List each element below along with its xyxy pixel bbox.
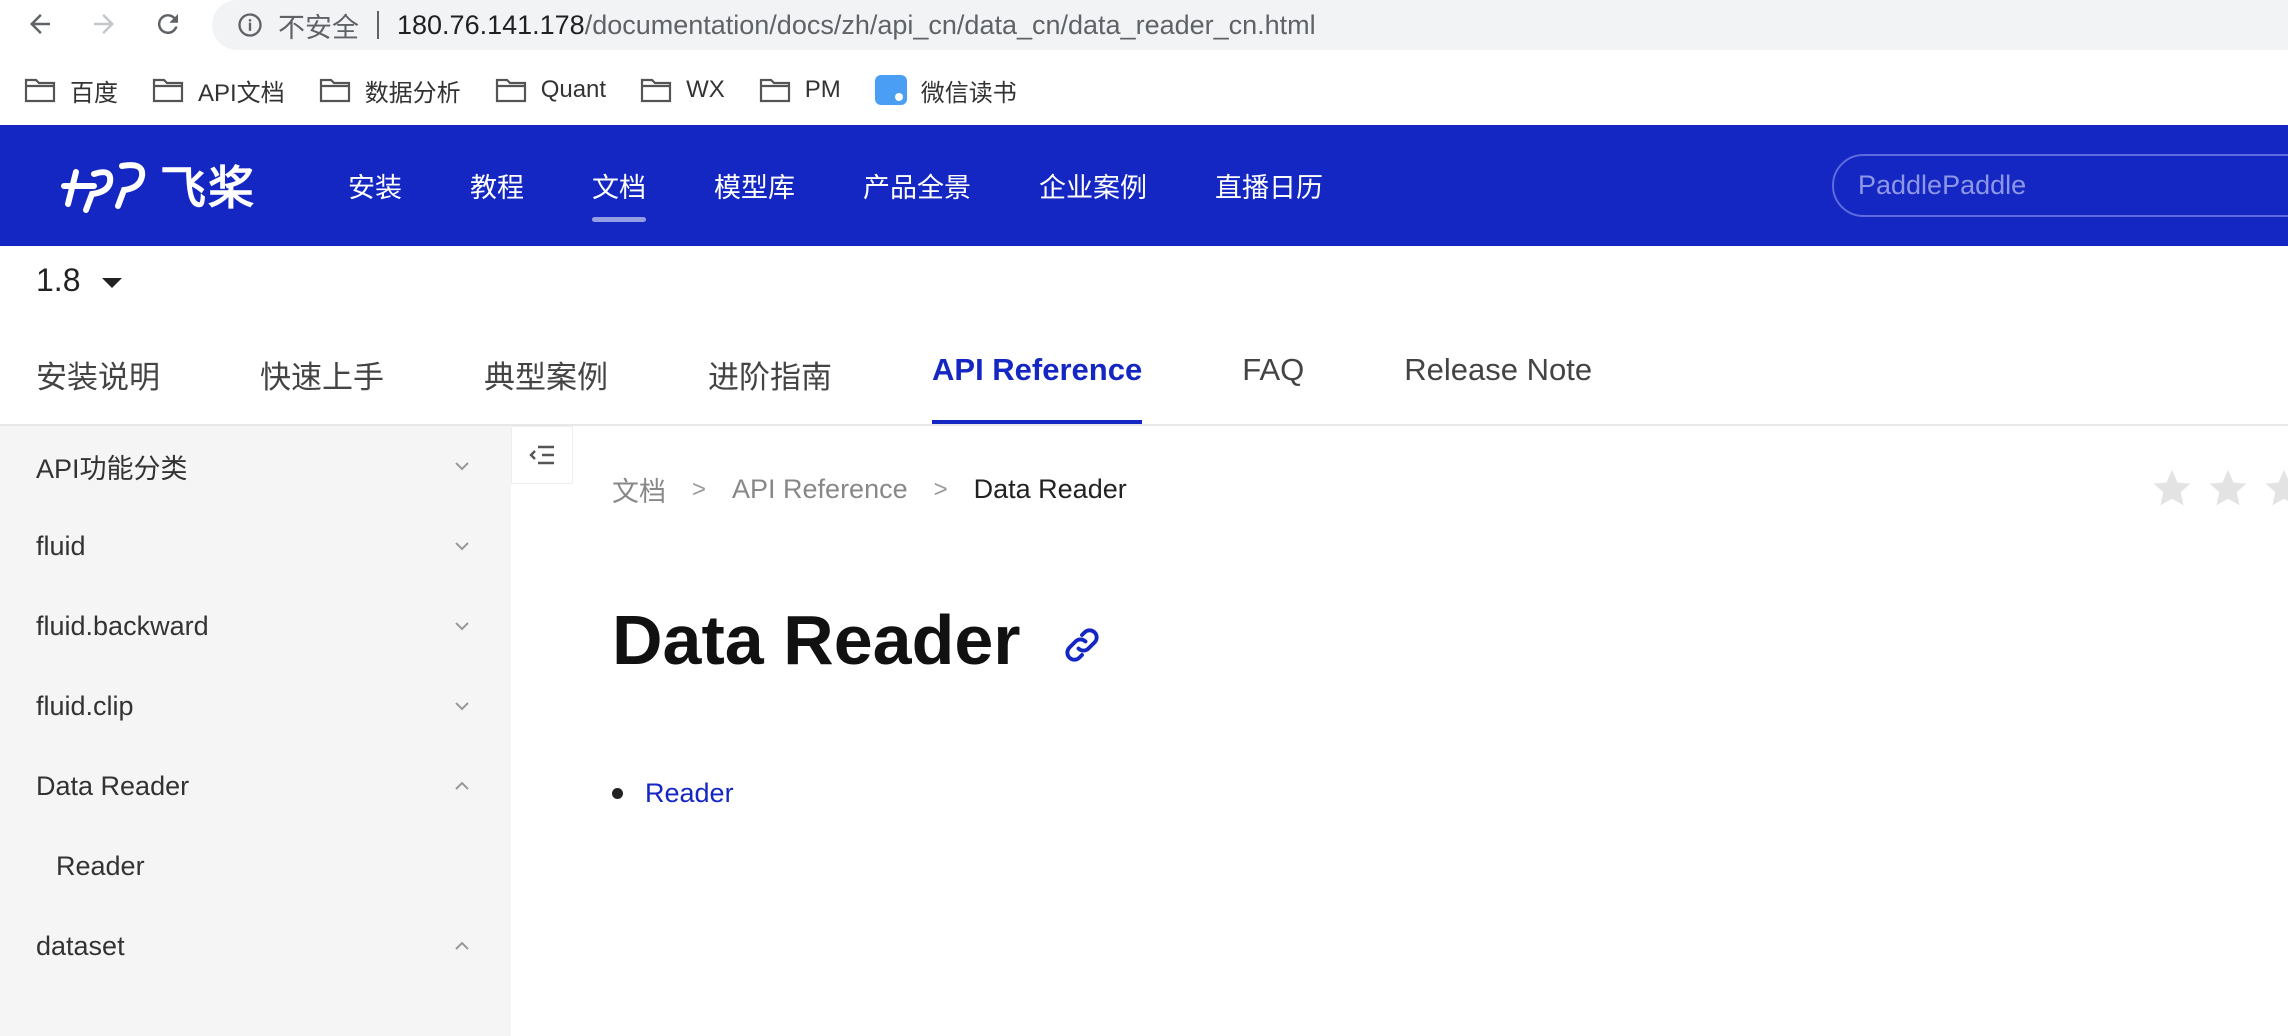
folder-icon (319, 78, 350, 103)
toc-list: Reader (612, 778, 734, 809)
arrow-right-icon (94, 14, 114, 34)
bookmark-weread[interactable]: 微信读书 (874, 73, 1017, 108)
folder-icon (152, 78, 184, 103)
sidebar-item-fluid[interactable]: fluid (0, 506, 511, 586)
breadcrumb-api-reference[interactable]: API Reference (732, 474, 908, 505)
nav-products[interactable]: 产品全景 (863, 125, 971, 246)
nav-install[interactable]: 安装 (348, 125, 402, 246)
star-icon[interactable] (2262, 466, 2288, 510)
sidebar-item-fluid-backward[interactable]: fluid.backward (0, 586, 511, 666)
sidebar-item-label: dataset (36, 930, 125, 961)
chevron-down-icon (455, 542, 469, 551)
nav-docs[interactable]: 文档 (592, 125, 646, 246)
tab-quick-start[interactable]: 快速上手 (260, 338, 384, 424)
nav-models[interactable]: 模型库 (714, 125, 795, 246)
tab-examples[interactable]: 典型案例 (484, 338, 608, 424)
chevron-right-icon: > (692, 475, 707, 503)
info-icon[interactable] (236, 11, 264, 39)
bookmark-data-analysis[interactable]: 数据分析 (319, 73, 461, 108)
tab-api-reference[interactable]: API Reference (932, 338, 1143, 424)
sidebar-item-dataset[interactable]: dataset (0, 906, 511, 986)
sidebar-item-label: API功能分类 (36, 453, 188, 484)
bookmark-pm[interactable]: PM (759, 76, 841, 104)
bullet-icon (612, 788, 623, 799)
tab-faq[interactable]: FAQ (1242, 338, 1304, 424)
folder-icon (495, 78, 526, 103)
bookmark-label: 数据分析 (364, 79, 461, 107)
folder-icon (640, 78, 672, 103)
nav-cases[interactable]: 企业案例 (1039, 125, 1147, 246)
star-icon[interactable] (2206, 466, 2250, 510)
browser-toolbar: 不安全 180.76.141.178/documentation/docs/zh… (0, 0, 2288, 50)
site-header: 飞桨 安装 教程 文档 模型库 产品全景 企业案例 直播日历 (0, 125, 2288, 246)
arrow-left-icon (30, 14, 50, 34)
chevron-up-icon (455, 781, 469, 790)
breadcrumb: 文档 > API Reference > Data Reader (612, 470, 1127, 509)
sidebar-item-label: fluid (36, 530, 86, 561)
page-title: Data Reader (612, 601, 1021, 679)
chevron-right-icon: > (933, 475, 948, 503)
bookmark-quant[interactable]: Quant (495, 76, 606, 104)
bookmark-wx[interactable]: WX (640, 76, 725, 104)
tab-release-note[interactable]: Release Note (1404, 338, 1592, 424)
sidebar-item-api-categories[interactable]: API功能分类 (0, 426, 511, 506)
site-search[interactable] (1832, 154, 2288, 217)
link-icon[interactable] (1061, 624, 1103, 666)
sidebar-item-label: Reader (56, 850, 145, 881)
nav-live-calendar[interactable]: 直播日历 (1215, 125, 1323, 246)
weread-icon (874, 75, 907, 105)
sidebar-item-label: fluid.clip (36, 690, 134, 721)
collapse-menu-icon (529, 445, 554, 465)
paddle-logo-icon (61, 162, 146, 213)
bookmark-label: 百度 (70, 79, 118, 107)
star-icon[interactable] (2150, 466, 2194, 510)
reload-button[interactable] (150, 6, 186, 42)
paddle-logo[interactable]: 飞桨 (54, 152, 256, 218)
bookmark-api-docs[interactable]: API文档 (152, 73, 285, 108)
bookmark-label: Quant (540, 76, 607, 103)
bookmark-label: PM (804, 76, 841, 103)
chevron-down-icon (455, 462, 469, 471)
nav-tutorial[interactable]: 教程 (470, 125, 524, 246)
bookmarks-bar: 百度 API文档 数据分析 Quant WX PM 微信读书 (0, 64, 2288, 116)
sidebar-item-label: Data Reader (36, 770, 190, 801)
chevron-down-icon (455, 622, 469, 631)
sidebar-item-label: fluid.backward (36, 610, 209, 641)
bookmark-label: WX (686, 76, 725, 103)
tab-advanced-guide[interactable]: 进阶指南 (708, 338, 832, 424)
logo-text: 飞桨 (160, 161, 256, 215)
url-divider (377, 11, 379, 39)
toc-link-reader[interactable]: Reader (645, 778, 734, 809)
page-title-block: Data Reader (612, 600, 1103, 680)
sidebar-item-fluid-clip[interactable]: fluid.clip (0, 666, 511, 746)
bookmark-label: 微信读书 (920, 79, 1017, 107)
folder-icon (759, 78, 790, 103)
caret-down-icon (102, 277, 123, 288)
insecure-label: 不安全 (278, 12, 359, 43)
breadcrumb-docs[interactable]: 文档 (612, 470, 666, 509)
tab-install-guide[interactable]: 安装说明 (36, 338, 160, 424)
doc-tabs: 安装说明 快速上手 典型案例 进阶指南 API Reference FAQ Re… (36, 338, 1692, 424)
reload-icon (157, 14, 178, 35)
address-bar[interactable]: 不安全 180.76.141.178/documentation/docs/zh… (212, 0, 2288, 50)
version-label: 1.8 (36, 262, 81, 298)
forward-button[interactable] (86, 6, 122, 42)
chevron-up-icon (455, 941, 469, 950)
rating-stars (2150, 466, 2288, 510)
sidebar-item-reader[interactable]: Reader (0, 826, 511, 906)
chevron-down-icon (455, 702, 469, 711)
breadcrumb-current: Data Reader (973, 474, 1127, 504)
bookmark-baidu[interactable]: 百度 (24, 73, 118, 108)
main-nav: 安装 教程 文档 模型库 产品全景 企业案例 直播日历 (348, 125, 1391, 246)
sidebar-item-data-reader[interactable]: Data Reader (0, 746, 511, 826)
bookmark-label: API文档 (198, 79, 285, 107)
folder-icon (24, 78, 56, 103)
url-host: 180.76.141.178 (397, 9, 585, 40)
search-input[interactable] (1858, 170, 2278, 201)
back-button[interactable] (22, 6, 58, 42)
collapse-sidebar-button[interactable] (511, 426, 573, 484)
sidebar: API功能分类 fluid fluid.backward fluid.clip … (0, 426, 511, 1036)
url-path: /documentation/docs/zh/api_cn/data_cn/da… (584, 9, 1316, 40)
version-selector[interactable]: 1.8 (36, 262, 123, 299)
